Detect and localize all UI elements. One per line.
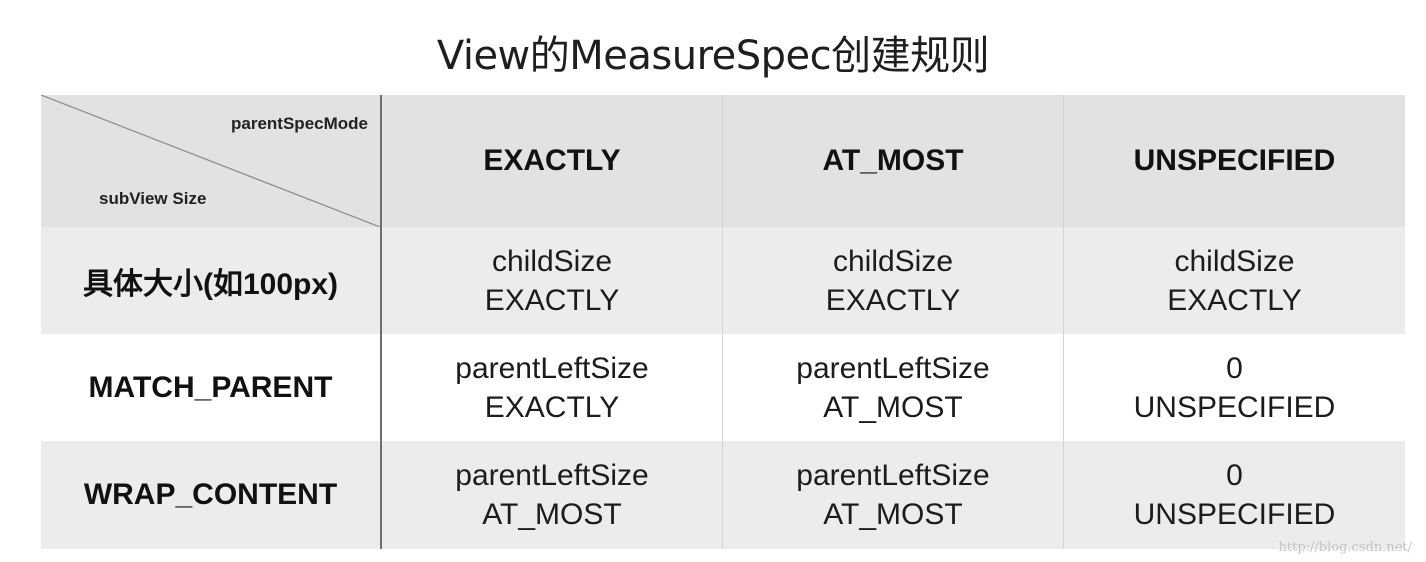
cell-size: childSize [491, 244, 613, 278]
row-header-exact-size: 具体大小(如100px) [41, 227, 382, 334]
table-cell: childSize EXACTLY [723, 227, 1064, 334]
column-axis-label: parentSpecMode [231, 114, 368, 133]
cell-mode: EXACTLY [484, 390, 620, 424]
column-header-label: UNSPECIFIED [1133, 144, 1336, 177]
column-header-unspecified: UNSPECIFIED [1064, 95, 1405, 227]
column-header-label: AT_MOST [822, 144, 964, 177]
row-header-label: MATCH_PARENT [88, 370, 333, 404]
cell-mode: AT_MOST [482, 498, 622, 531]
row-header-label: 具体大小(如100px) [82, 267, 339, 301]
column-header-at-most: AT_MOST [723, 95, 1064, 227]
cell-size: 0 [1226, 351, 1243, 385]
table-cell: 0 UNSPECIFIED [1064, 334, 1405, 441]
cell-mode: AT_MOST [823, 498, 963, 531]
cell-mode: EXACTLY [484, 283, 620, 317]
row-header-wrap-content: WRAP_CONTENT [41, 441, 382, 549]
cell-size: childSize [1174, 244, 1295, 278]
table-cell: parentLeftSize AT_MOST [723, 441, 1064, 549]
cell-size: parentLeftSize [796, 459, 990, 492]
cell-mode: EXACTLY [825, 283, 961, 317]
row-header-match-parent: MATCH_PARENT [41, 334, 382, 441]
table-cell: parentLeftSize AT_MOST [723, 334, 1064, 441]
cell-size: parentLeftSize [455, 351, 649, 385]
page-title: View的MeasureSpec创建规则 [436, 33, 990, 79]
table-cell: parentLeftSize EXACTLY [382, 334, 723, 441]
cell-size: childSize [832, 244, 954, 278]
cell-size: parentLeftSize [796, 351, 990, 385]
row-header-label: WRAP_CONTENT [83, 478, 338, 511]
cell-size: parentLeftSize [455, 459, 649, 492]
watermark: http://blog.csdn.net/ [1278, 540, 1413, 555]
table-cell: 0 UNSPECIFIED [1064, 441, 1405, 549]
table-cell: childSize EXACTLY [382, 227, 723, 334]
column-header-exactly: EXACTLY [382, 95, 723, 227]
cell-mode: AT_MOST [823, 390, 963, 424]
cell-mode: UNSPECIFIED [1133, 498, 1336, 531]
cell-mode: EXACTLY [1167, 283, 1302, 317]
cell-size: 0 [1226, 459, 1243, 492]
table-cell: parentLeftSize AT_MOST [382, 441, 723, 549]
row-axis-label: subView Size [99, 189, 207, 208]
column-header-label: EXACTLY [483, 144, 621, 177]
table-corner-header: parentSpecMode subView Size [41, 95, 382, 227]
cell-mode: UNSPECIFIED [1133, 390, 1336, 424]
table-cell: childSize EXACTLY [1064, 227, 1405, 334]
measure-spec-table: parentSpecMode subView Size EXACTLY AT_M… [41, 95, 1405, 549]
